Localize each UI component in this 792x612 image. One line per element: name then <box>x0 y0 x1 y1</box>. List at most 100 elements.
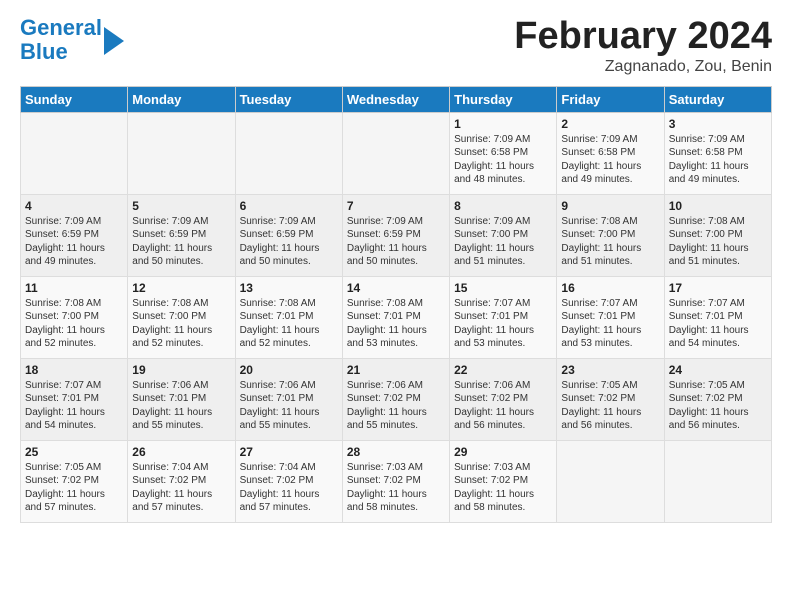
calendar-cell: 1 Sunrise: 7:09 AM Sunset: 6:58 PM Daylig… <box>450 112 557 194</box>
day-number: 24 <box>669 363 767 377</box>
calendar-cell: 24 Sunrise: 7:05 AM Sunset: 7:02 PM Dayli… <box>664 358 771 440</box>
calendar-cell <box>235 112 342 194</box>
calendar-cell: 22 Sunrise: 7:06 AM Sunset: 7:02 PM Dayli… <box>450 358 557 440</box>
day-info: Sunrise: 7:09 AM Sunset: 6:59 PM Dayligh… <box>25 215 123 269</box>
col-header-tuesday: Tuesday <box>235 86 342 112</box>
day-number: 6 <box>240 199 338 213</box>
day-info: Sunrise: 7:08 AM Sunset: 7:01 PM Dayligh… <box>347 297 445 351</box>
day-info: Sunrise: 7:09 AM Sunset: 6:58 PM Dayligh… <box>669 133 767 187</box>
calendar-cell: 11 Sunrise: 7:08 AM Sunset: 7:00 PM Dayli… <box>21 276 128 358</box>
col-header-wednesday: Wednesday <box>342 86 449 112</box>
day-number: 7 <box>347 199 445 213</box>
calendar-cell: 26Sunrise: 7:04 AM Sunset: 7:02 PM Dayli… <box>128 440 235 522</box>
day-number: 21 <box>347 363 445 377</box>
location: Zagnanado, Zou, Benin <box>514 58 772 76</box>
day-number: 4 <box>25 199 123 213</box>
calendar-week-row: 4 Sunrise: 7:09 AM Sunset: 6:59 PM Daylig… <box>21 194 772 276</box>
day-info: Sunrise: 7:07 AM Sunset: 7:01 PM Dayligh… <box>25 379 123 433</box>
calendar-cell: 16 Sunrise: 7:07 AM Sunset: 7:01 PM Dayli… <box>557 276 664 358</box>
day-info: Sunrise: 7:08 AM Sunset: 7:00 PM Dayligh… <box>25 297 123 351</box>
day-info: Sunrise: 7:06 AM Sunset: 7:01 PM Dayligh… <box>240 379 338 433</box>
day-info: Sunrise: 7:09 AM Sunset: 6:59 PM Dayligh… <box>347 215 445 269</box>
calendar-cell: 7 Sunrise: 7:09 AM Sunset: 6:59 PM Daylig… <box>342 194 449 276</box>
calendar-cell: 28 Sunrise: 7:03 AM Sunset: 7:02 PM Dayli… <box>342 440 449 522</box>
calendar-cell <box>128 112 235 194</box>
day-info: Sunrise: 7:07 AM Sunset: 7:01 PM Dayligh… <box>454 297 552 351</box>
calendar-week-row: 25 Sunrise: 7:05 AM Sunset: 7:02 PM Dayli… <box>21 440 772 522</box>
calendar-cell: 8Sunrise: 7:09 AM Sunset: 7:00 PM Daylig… <box>450 194 557 276</box>
day-info: Sunrise: 7:09 AM Sunset: 6:59 PM Dayligh… <box>132 215 230 269</box>
calendar-cell: 27 Sunrise: 7:04 AM Sunset: 7:02 PM Dayli… <box>235 440 342 522</box>
day-number: 27 <box>240 445 338 459</box>
day-number: 13 <box>240 281 338 295</box>
day-number: 1 <box>454 117 552 131</box>
col-header-monday: Monday <box>128 86 235 112</box>
calendar-cell: 25 Sunrise: 7:05 AM Sunset: 7:02 PM Dayli… <box>21 440 128 522</box>
header: General Blue February 2024 Zagnanado, Zo… <box>20 16 772 76</box>
title-block: February 2024 Zagnanado, Zou, Benin <box>514 16 772 76</box>
calendar-cell: 9Sunrise: 7:08 AM Sunset: 7:00 PM Daylig… <box>557 194 664 276</box>
day-info: Sunrise: 7:06 AM Sunset: 7:02 PM Dayligh… <box>454 379 552 433</box>
day-number: 20 <box>240 363 338 377</box>
logo-arrow-icon <box>104 27 124 55</box>
calendar-cell: 19 Sunrise: 7:06 AM Sunset: 7:01 PM Dayli… <box>128 358 235 440</box>
day-info: Sunrise: 7:04 AM Sunset: 7:02 PM Dayligh… <box>132 461 230 515</box>
logo: General Blue <box>20 16 124 64</box>
calendar-cell <box>342 112 449 194</box>
calendar-cell: 14 Sunrise: 7:08 AM Sunset: 7:01 PM Dayli… <box>342 276 449 358</box>
day-info: Sunrise: 7:08 AM Sunset: 7:00 PM Dayligh… <box>669 215 767 269</box>
col-header-friday: Friday <box>557 86 664 112</box>
calendar-week-row: 1 Sunrise: 7:09 AM Sunset: 6:58 PM Daylig… <box>21 112 772 194</box>
calendar-cell <box>557 440 664 522</box>
day-number: 28 <box>347 445 445 459</box>
calendar-cell: 20 Sunrise: 7:06 AM Sunset: 7:01 PM Dayli… <box>235 358 342 440</box>
calendar-cell: 10 Sunrise: 7:08 AM Sunset: 7:00 PM Dayli… <box>664 194 771 276</box>
day-info: Sunrise: 7:07 AM Sunset: 7:01 PM Dayligh… <box>669 297 767 351</box>
day-info: Sunrise: 7:09 AM Sunset: 6:58 PM Dayligh… <box>454 133 552 187</box>
calendar-cell: 6 Sunrise: 7:09 AM Sunset: 6:59 PM Daylig… <box>235 194 342 276</box>
day-number: 14 <box>347 281 445 295</box>
logo-general: General <box>20 15 102 40</box>
calendar-cell: 15 Sunrise: 7:07 AM Sunset: 7:01 PM Dayli… <box>450 276 557 358</box>
day-number: 11 <box>25 281 123 295</box>
col-header-sunday: Sunday <box>21 86 128 112</box>
calendar-cell: 29Sunrise: 7:03 AM Sunset: 7:02 PM Dayli… <box>450 440 557 522</box>
calendar-cell: 23Sunrise: 7:05 AM Sunset: 7:02 PM Dayli… <box>557 358 664 440</box>
day-info: Sunrise: 7:09 AM Sunset: 6:59 PM Dayligh… <box>240 215 338 269</box>
calendar-cell: 17Sunrise: 7:07 AM Sunset: 7:01 PM Dayli… <box>664 276 771 358</box>
calendar-cell: 21 Sunrise: 7:06 AM Sunset: 7:02 PM Dayli… <box>342 358 449 440</box>
day-info: Sunrise: 7:08 AM Sunset: 7:00 PM Dayligh… <box>132 297 230 351</box>
col-header-thursday: Thursday <box>450 86 557 112</box>
calendar-cell: 13Sunrise: 7:08 AM Sunset: 7:01 PM Dayli… <box>235 276 342 358</box>
calendar-cell: 4 Sunrise: 7:09 AM Sunset: 6:59 PM Daylig… <box>21 194 128 276</box>
day-info: Sunrise: 7:06 AM Sunset: 7:02 PM Dayligh… <box>347 379 445 433</box>
day-info: Sunrise: 7:03 AM Sunset: 7:02 PM Dayligh… <box>454 461 552 515</box>
day-info: Sunrise: 7:06 AM Sunset: 7:01 PM Dayligh… <box>132 379 230 433</box>
calendar-cell: 12 Sunrise: 7:08 AM Sunset: 7:00 PM Dayli… <box>128 276 235 358</box>
day-number: 10 <box>669 199 767 213</box>
calendar-cell: 2 Sunrise: 7:09 AM Sunset: 6:58 PM Daylig… <box>557 112 664 194</box>
day-info: Sunrise: 7:05 AM Sunset: 7:02 PM Dayligh… <box>561 379 659 433</box>
day-number: 3 <box>669 117 767 131</box>
logo-text: General Blue <box>20 16 102 64</box>
calendar-cell: 3 Sunrise: 7:09 AM Sunset: 6:58 PM Daylig… <box>664 112 771 194</box>
calendar-week-row: 18Sunrise: 7:07 AM Sunset: 7:01 PM Dayli… <box>21 358 772 440</box>
day-number: 22 <box>454 363 552 377</box>
day-number: 2 <box>561 117 659 131</box>
logo-blue: Blue <box>20 39 68 64</box>
page: General Blue February 2024 Zagnanado, Zo… <box>0 0 792 533</box>
day-number: 16 <box>561 281 659 295</box>
day-info: Sunrise: 7:05 AM Sunset: 7:02 PM Dayligh… <box>25 461 123 515</box>
day-info: Sunrise: 7:07 AM Sunset: 7:01 PM Dayligh… <box>561 297 659 351</box>
day-number: 12 <box>132 281 230 295</box>
day-info: Sunrise: 7:05 AM Sunset: 7:02 PM Dayligh… <box>669 379 767 433</box>
day-info: Sunrise: 7:03 AM Sunset: 7:02 PM Dayligh… <box>347 461 445 515</box>
calendar-cell: 5Sunrise: 7:09 AM Sunset: 6:59 PM Daylig… <box>128 194 235 276</box>
logo-text-block: General Blue <box>20 16 124 64</box>
day-info: Sunrise: 7:09 AM Sunset: 6:58 PM Dayligh… <box>561 133 659 187</box>
day-number: 25 <box>25 445 123 459</box>
day-number: 9 <box>561 199 659 213</box>
day-number: 15 <box>454 281 552 295</box>
day-number: 19 <box>132 363 230 377</box>
day-info: Sunrise: 7:04 AM Sunset: 7:02 PM Dayligh… <box>240 461 338 515</box>
